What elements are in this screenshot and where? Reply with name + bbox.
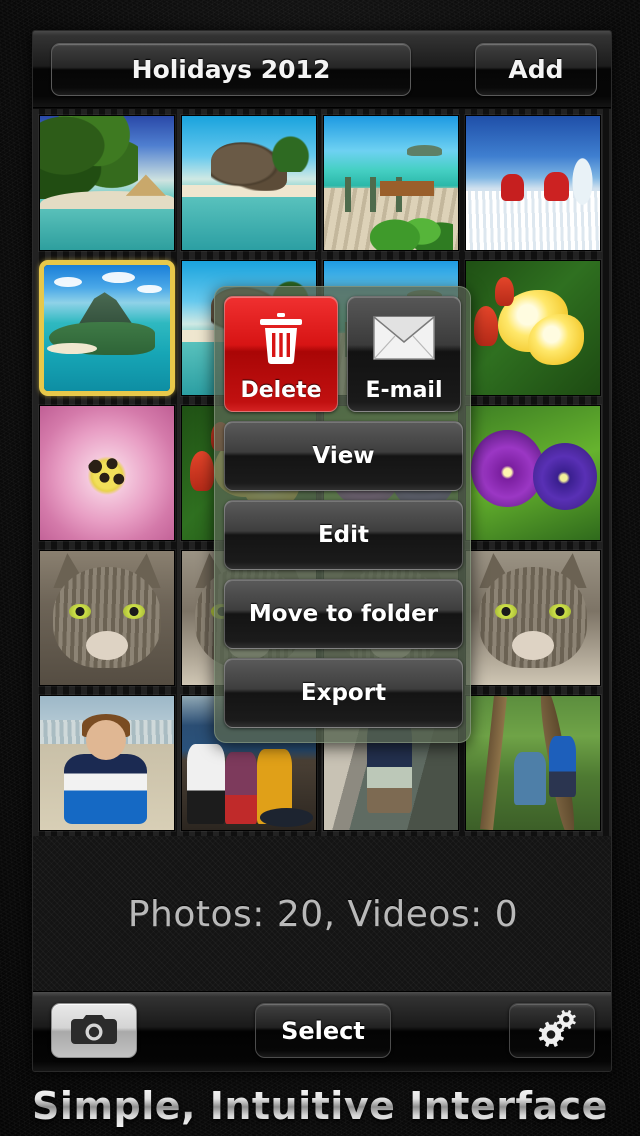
menu-item-move-to-folder[interactable]: Move to folder (224, 579, 463, 649)
thumbnail-beach-boardwalk[interactable] (323, 114, 459, 251)
gears-icon (528, 1009, 576, 1053)
select-button[interactable]: Select (255, 1003, 391, 1058)
thumbnail-image (466, 115, 600, 250)
grid-cell (462, 255, 604, 400)
camera-icon (71, 1012, 117, 1050)
album-title-button[interactable]: Holidays 2012 (51, 43, 411, 96)
add-button[interactable]: Add (475, 43, 597, 96)
counter-bar: Photos: 20, Videos: 0 (33, 836, 611, 993)
thumbnail-image (40, 695, 174, 830)
menu-item-export[interactable]: Export (224, 658, 463, 728)
thumbnail-image (324, 115, 458, 250)
thumbnail-image (44, 264, 170, 391)
photo-video-count: Photos: 20, Videos: 0 (127, 894, 519, 935)
camera-button[interactable] (51, 1003, 137, 1058)
thumbnail-skiers-snow-slope[interactable] (465, 114, 601, 251)
bottom-toolbar: Select (33, 991, 611, 1071)
email-button-label: E-mail (365, 378, 443, 403)
thumbnail-yellow-plumeria-flower[interactable] (465, 259, 601, 396)
leather-backdrop: Holidays 2012 Add Delete E-mail View Edi… (0, 0, 640, 1136)
grid-cell (36, 400, 178, 545)
thumbnail-pink-daisy-flower[interactable] (39, 404, 175, 541)
thumbnail-family-in-forest[interactable] (465, 694, 601, 831)
thumbnail-image (466, 550, 600, 685)
thumbnail-boy-blue-jacket-beach[interactable] (39, 694, 175, 831)
menu-item-edit[interactable]: Edit (224, 500, 463, 570)
grid-cell (462, 110, 604, 255)
promo-caption: Simple, Intuitive Interface (0, 1084, 640, 1128)
grid-cell (320, 110, 462, 255)
grid-cell (36, 690, 178, 835)
envelope-icon (373, 297, 435, 378)
email-button[interactable]: E-mail (347, 296, 461, 412)
delete-button-label: Delete (240, 378, 322, 403)
delete-button[interactable]: Delete (224, 296, 338, 412)
thumbnail-island-aerial-mountain[interactable] (39, 259, 175, 396)
grid-cell (36, 545, 178, 690)
settings-button[interactable] (509, 1003, 595, 1058)
trash-icon (257, 297, 305, 378)
thumbnail-image (40, 550, 174, 685)
top-bar: Holidays 2012 Add (33, 31, 611, 108)
phone-screen: Holidays 2012 Add Delete E-mail View Edi… (32, 30, 612, 1072)
thumbnail-purple-pansies[interactable] (465, 404, 601, 541)
thumbnail-image (466, 695, 600, 830)
grid-cell (462, 400, 604, 545)
action-menu-items: View Edit Move to folder Export (224, 421, 463, 728)
grid-cell (36, 255, 178, 400)
thumbnail-tabby-cat-closeup[interactable] (465, 549, 601, 686)
grid-cell (178, 110, 320, 255)
thumbnail-tropical-palms-lagoon[interactable] (39, 114, 175, 251)
action-menu-top-row: Delete E-mail (224, 296, 461, 412)
action-menu-popup[interactable]: Delete E-mail View Edit Move to folder Expo… (214, 286, 471, 743)
thumbnail-rocky-beach-seychelles[interactable] (181, 114, 317, 251)
thumbnail-image (40, 405, 174, 540)
grid-cell (36, 110, 178, 255)
thumbnail-image (466, 405, 600, 540)
thumbnail-image (40, 115, 174, 250)
grid-cell (462, 545, 604, 690)
thumbnail-image (182, 115, 316, 250)
menu-item-view[interactable]: View (224, 421, 463, 491)
thumbnail-grey-tabby-cat[interactable] (39, 549, 175, 686)
grid-cell (462, 690, 604, 835)
thumbnail-image (466, 260, 600, 395)
